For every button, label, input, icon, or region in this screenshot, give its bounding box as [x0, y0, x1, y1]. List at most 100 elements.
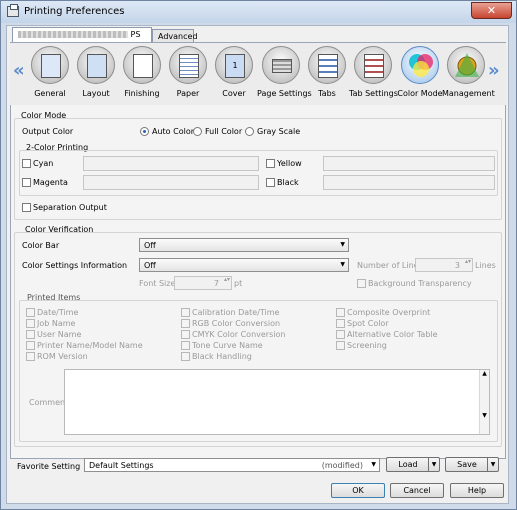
screening-checkbox[interactable] — [336, 341, 345, 350]
icon-finishing[interactable]: Finishing — [118, 46, 166, 98]
color-mode-icon — [401, 46, 439, 84]
yellow-field[interactable] — [323, 156, 495, 171]
black-handling-checkbox[interactable] — [181, 352, 190, 361]
icon-color-mode[interactable]: Color Mode — [396, 46, 444, 98]
comment-scrollbar[interactable]: ▲ ▼ — [479, 370, 489, 434]
paper-icon — [169, 46, 207, 84]
icon-general[interactable]: General — [26, 46, 74, 98]
icon-tab-settings-label: Tab Settings — [349, 89, 398, 98]
black-handling-label: Black Handling — [192, 352, 252, 361]
user-name-label: User Name — [37, 330, 82, 339]
icon-management[interactable]: Management — [442, 46, 495, 98]
number-of-lines-spinner[interactable]: 3 — [415, 258, 473, 272]
cmyk-color-conversion-checkbox[interactable] — [181, 330, 190, 339]
rgb-color-conversion-checkbox[interactable] — [181, 319, 190, 328]
user-name-checkbox[interactable] — [26, 330, 35, 339]
printer-name-label: Printer Name/Model Name — [37, 341, 143, 350]
auto-color-radio[interactable] — [140, 127, 149, 136]
tone-curve-name-checkbox[interactable] — [181, 341, 190, 350]
save-button[interactable]: Save ▼ — [445, 457, 499, 472]
load-button-label: Load — [398, 460, 418, 469]
alternative-color-table-label: Alternative Color Table — [347, 330, 438, 339]
window-title: Printing Preferences — [24, 6, 125, 17]
cover-icon: 1 — [215, 46, 253, 84]
icon-page-settings[interactable]: Page Settings — [257, 46, 312, 98]
color-settings-information-select[interactable]: Off — [139, 258, 349, 272]
date-time-checkbox[interactable] — [26, 308, 35, 317]
output-color-label: Output Color — [22, 127, 74, 136]
gray-scale-radio[interactable] — [245, 127, 254, 136]
color-bar-select[interactable]: Off — [139, 238, 349, 252]
tab-ps[interactable]: PS — [12, 27, 152, 43]
icon-cover[interactable]: 1 Cover — [210, 46, 258, 98]
cyan-checkbox[interactable] — [22, 159, 31, 168]
finishing-icon — [123, 46, 161, 84]
scroll-left-button[interactable]: « — [13, 60, 25, 81]
tab-settings-icon — [354, 46, 392, 84]
close-button[interactable]: ✕ — [471, 2, 512, 19]
spot-color-checkbox[interactable] — [336, 319, 345, 328]
separation-output-checkbox[interactable] — [22, 203, 31, 212]
ok-button[interactable]: OK — [331, 483, 385, 498]
icon-management-label: Management — [442, 89, 495, 98]
magenta-checkbox[interactable] — [22, 178, 31, 187]
font-size-spinner[interactable]: 7 — [174, 276, 232, 290]
layout-icon — [77, 46, 115, 84]
full-color-radio[interactable] — [193, 127, 202, 136]
yellow-label: Yellow — [277, 159, 302, 168]
font-size-label: Font Size — [139, 279, 176, 288]
printer-name-checkbox[interactable] — [26, 341, 35, 350]
icon-cover-label: Cover — [222, 89, 246, 98]
title-bar: Printing Preferences ✕ — [1, 1, 516, 23]
background-transparency-checkbox[interactable] — [357, 279, 366, 288]
cmyk-color-conversion-label: CMYK Color Conversion — [192, 330, 286, 339]
composite-overprint-checkbox[interactable] — [336, 308, 345, 317]
auto-color-label: Auto Color — [152, 127, 195, 136]
icon-tab-settings[interactable]: Tab Settings — [349, 46, 398, 98]
spot-color-label: Spot Color — [347, 319, 389, 328]
icon-tabs[interactable]: Tabs — [303, 46, 351, 98]
rom-version-label: ROM Version — [37, 352, 88, 361]
icon-page-settings-label: Page Settings — [257, 89, 312, 98]
tab-advanced[interactable]: Advanced — [152, 29, 198, 43]
help-button[interactable]: Help — [450, 483, 504, 498]
font-size-unit: pt — [234, 279, 243, 288]
black-label: Black — [277, 178, 299, 187]
tone-curve-name-label: Tone Curve Name — [192, 341, 263, 350]
load-menu-arrow[interactable]: ▼ — [428, 458, 439, 471]
job-name-checkbox[interactable] — [26, 319, 35, 328]
management-icon — [447, 46, 485, 84]
icon-layout[interactable]: Layout — [72, 46, 120, 98]
cyan-label: Cyan — [33, 159, 54, 168]
alternative-color-table-checkbox[interactable] — [336, 330, 345, 339]
general-icon — [31, 46, 69, 84]
calibration-date-checkbox[interactable] — [181, 308, 190, 317]
icon-paper[interactable]: Paper — [164, 46, 212, 98]
icon-finishing-label: Finishing — [124, 89, 160, 98]
color-bar-label: Color Bar — [22, 241, 60, 250]
magenta-label: Magenta — [33, 178, 68, 187]
tabs-icon — [308, 46, 346, 84]
calibration-date-label: Calibration Date/Time — [192, 308, 280, 317]
background-transparency-label: Background Transparency — [368, 279, 472, 288]
comment-label: Comment — [29, 398, 69, 407]
save-menu-arrow[interactable]: ▼ — [487, 458, 498, 471]
separation-output-label: Separation Output — [33, 203, 107, 212]
printer-icon — [7, 4, 19, 17]
yellow-checkbox[interactable] — [266, 159, 275, 168]
magenta-field[interactable] — [83, 175, 259, 190]
blurred-printer-name — [18, 31, 128, 38]
favorite-setting-select[interactable]: Default Settings (modified) — [84, 458, 380, 472]
cyan-field[interactable] — [83, 156, 259, 171]
composite-overprint-label: Composite Overprint — [347, 308, 431, 317]
favorite-setting-label: Favorite Setting — [17, 462, 81, 471]
lines-unit-label: Lines — [475, 261, 496, 270]
load-button[interactable]: Load ▼ — [386, 457, 440, 472]
icon-paper-label: Paper — [176, 89, 200, 98]
cancel-button[interactable]: Cancel — [390, 483, 444, 498]
black-checkbox[interactable] — [266, 178, 275, 187]
black-field[interactable] — [323, 175, 495, 190]
number-of-lines-label: Number of Lines — [357, 261, 423, 270]
comment-textarea[interactable]: ▲ ▼ — [64, 369, 490, 435]
rom-version-checkbox[interactable] — [26, 352, 35, 361]
